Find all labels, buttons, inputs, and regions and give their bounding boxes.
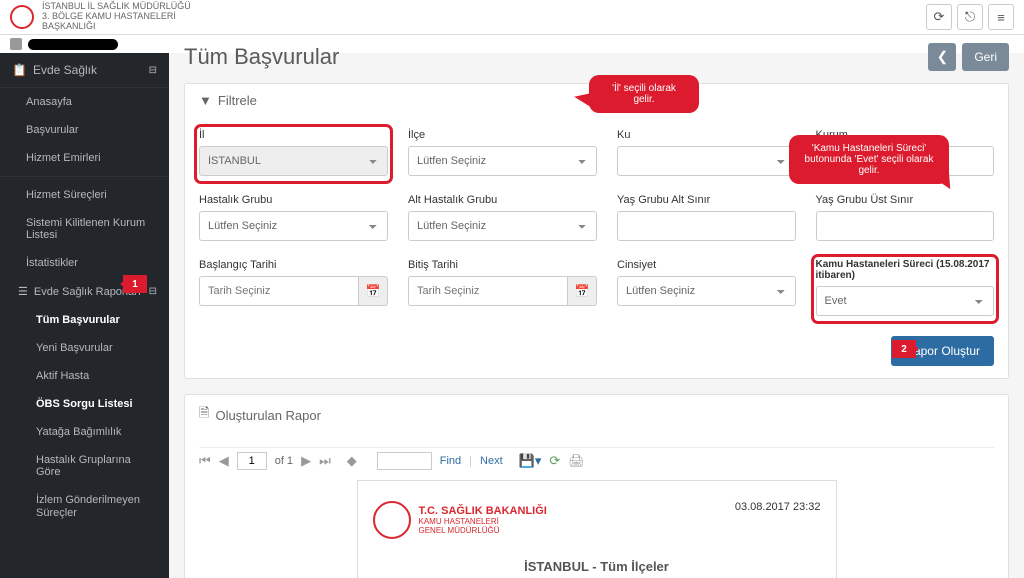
callout-kamu: 'Kamu Hastaneleri Süreci' butonunda 'Eve… [789,135,949,184]
page-number-input[interactable] [237,452,267,470]
logout-button[interactable]: ⎋ [957,4,983,30]
filter-icon: ▼ [199,93,212,108]
page-header-actions: ❮ Geri [928,43,1009,71]
user-name-redacted [28,39,118,50]
avatar [10,38,22,50]
logo-icon [10,5,34,29]
report-title: İSTANBUL - Tüm İlçeler [373,559,821,574]
sidebar-item-basvurular[interactable]: Başvurular [0,116,169,144]
filter-panel: ▼ Filtrele İl İSTANBUL İlçe Lütfen Seçin… [184,83,1009,379]
sidebar-item-hizmet-surecleri[interactable]: Hizmet Süreçleri [0,181,169,209]
last-page-icon[interactable]: ⏭ [319,453,331,469]
org-text: İSTANBUL İL SAĞLIK MÜDÜRLÜĞÜ 3. BÖLGE KA… [42,2,191,32]
prev-page-icon[interactable]: ◀ [219,453,229,469]
refresh-button[interactable]: ⟳ [926,4,952,30]
export-icon[interactable]: 💾▾ [519,453,542,469]
topbar-actions: ⟳ ⎋ ≡ [926,4,1014,30]
report-search-input[interactable] [377,452,432,470]
label-il: İl [199,129,388,141]
sidebar-item-kilitlenen-kurum[interactable]: Sistemi Kilitlenen Kurum Listesi [0,209,169,249]
sidebar: 📋 Evde Sağlık ⊟ Anasayfa Başvurular Hizm… [0,53,169,578]
select-cinsiyet[interactable]: Lütfen Seçiniz [617,276,796,306]
print-icon[interactable]: 🖨 [568,453,585,469]
filter-panel-title: Filtrele [218,93,257,108]
report-org-line2: KAMU HASTANELERİ [419,517,547,526]
label-yasust: Yaş Grubu Üst Sınır [816,194,995,206]
sidebar-item-tum-basvurular[interactable]: Tüm Başvurular [0,306,169,334]
report-panel-header: 🗎 Oluşturulan Rapor [185,395,1008,435]
select-kurumturu[interactable] [617,146,796,176]
sidebar-item-hizmet-emirleri[interactable]: Hizmet Emirleri [0,144,169,172]
next-page-icon[interactable]: ▶ [301,453,311,469]
label-althastalik: Alt Hastalık Grubu [408,194,597,206]
collapse-icon[interactable]: ⊟ [149,286,157,297]
calendar-icon[interactable]: 📅 [567,276,597,306]
collapse-icon[interactable]: ⊟ [149,65,157,76]
report-panel-title: Oluşturulan Rapor [215,408,321,423]
first-page-icon[interactable]: ⏮ [199,453,211,469]
list-icon: ☰ [18,285,28,298]
clipboard-icon: 📋 [12,63,27,77]
label-yasalt: Yaş Grubu Alt Sınır [617,194,796,206]
report-org-line3: GENEL MÜDÜRLÜĞÜ [419,526,547,535]
select-il[interactable]: İSTANBUL [199,146,388,176]
stop-icon[interactable]: ◆ [347,453,357,469]
org-line3: BAŞKANLIĞI [42,22,191,32]
calendar-icon[interactable]: 📅 [358,276,388,306]
label-cinsiyet: Cinsiyet [617,259,796,271]
report-logo: T.C. SAĞLIK BAKANLIĞI KAMU HASTANELERİ G… [373,501,547,539]
label-baslangic: Başlangıç Tarihi [199,259,388,271]
input-baslangic[interactable] [199,276,358,306]
sidebar-item-yeni-basvurular[interactable]: Yeni Başvurular [0,334,169,362]
label-kurumturu: Ku [617,129,796,141]
menu-button[interactable]: ≡ [988,4,1014,30]
marker-2: 2 [892,340,916,358]
page-title: Tüm Başvurular [184,44,339,70]
select-hastalik[interactable]: Lütfen Seçiniz [199,211,388,241]
callout-il: 'İl' seçili olarak gelir. [589,75,699,113]
label-ilce: İlçe [408,129,597,141]
select-althastalik[interactable]: Lütfen Seçiniz [408,211,597,241]
org-info: İSTANBUL İL SAĞLIK MÜDÜRLÜĞÜ 3. BÖLGE KA… [10,2,191,32]
label-kamu: Kamu Hastaneleri Süreci (15.08.2017 itib… [816,259,995,281]
input-bitis[interactable] [408,276,567,306]
marker-1: 1 [123,275,147,293]
find-link[interactable]: Find [440,455,461,467]
sidebar-item-aktif-hasta[interactable]: Aktif Hasta [0,362,169,390]
select-kamu[interactable]: Evet [816,286,995,316]
back-button[interactable]: ❮ [928,43,956,71]
main-content: Tüm Başvurular ❮ Geri 'İl' seçili olarak… [169,35,1024,578]
report-org-line1: T.C. SAĞLIK BAKANLIĞI [419,505,547,517]
sidebar-item-hastalik-gruplarina[interactable]: Hastalık Gruplarına Göre [0,446,169,486]
ministry-emblem-icon [373,501,411,539]
input-yasust[interactable] [816,211,995,241]
report-toolbar: ⏮ ◀ of 1 ▶ ⏭ ◆ Find | Next 💾▾ ⟳ 🖨 [199,447,994,480]
sidebar-group-evde-saglik[interactable]: 📋 Evde Sağlık ⊟ [0,53,169,88]
report-date: 03.08.2017 23:32 [735,501,821,513]
sidebar-item-anasayfa[interactable]: Anasayfa [0,88,169,116]
sidebar-item-istatistikler[interactable]: İstatistikler [0,249,169,277]
sidebar-item-yataga-bagimlilik[interactable]: Yatağa Bağımlılık [0,418,169,446]
refresh-report-icon[interactable]: ⟳ [549,453,560,469]
report-panel: 🗎 Oluşturulan Rapor ⏮ ◀ of 1 ▶ ⏭ ◆ Find … [184,394,1009,578]
report-page: T.C. SAĞLIK BAKANLIĞI KAMU HASTANELERİ G… [357,480,837,578]
page-of: of 1 [275,455,293,467]
sidebar-item-obs-sorgu[interactable]: ÖBS Sorgu Listesi [0,390,169,418]
geri-button[interactable]: Geri [962,43,1009,71]
next-link[interactable]: Next [480,455,503,467]
label-bitis: Bitiş Tarihi [408,259,597,271]
label-hastalik: Hastalık Grubu [199,194,388,206]
input-yasalt[interactable] [617,211,796,241]
select-ilce[interactable]: Lütfen Seçiniz [408,146,597,176]
sidebar-group-label: Evde Sağlık [33,63,97,77]
sidebar-item-izlem-gonderilmeyen[interactable]: İzlem Gönderilmeyen Süreçler [0,486,169,528]
document-icon: 🗎 [199,404,209,426]
topbar: İSTANBUL İL SAĞLIK MÜDÜRLÜĞÜ 3. BÖLGE KA… [0,0,1024,35]
